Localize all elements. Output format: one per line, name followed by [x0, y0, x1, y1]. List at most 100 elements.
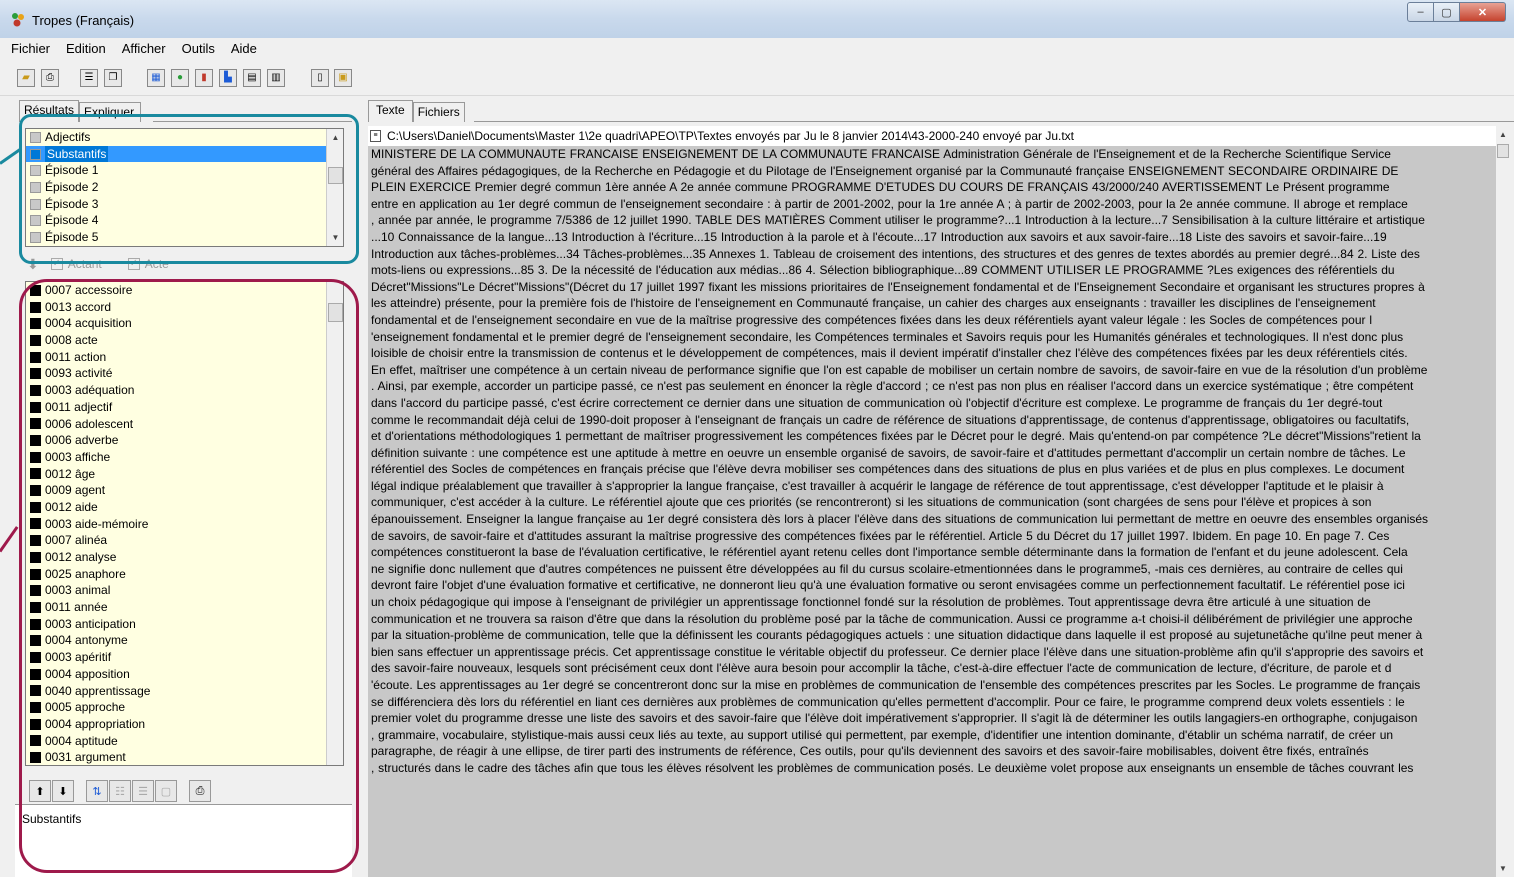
- scroll-down-icon[interactable]: ▼: [1496, 860, 1510, 877]
- word-list[interactable]: 0007 accessoire 0013 accord 0004 acquisiti…: [25, 281, 344, 766]
- scroll-up-icon[interactable]: ▲: [327, 129, 343, 146]
- checkbox-icon[interactable]: [30, 215, 41, 227]
- word-item[interactable]: 0007 alinéa: [26, 532, 343, 549]
- scroll-thumb[interactable]: [328, 303, 343, 322]
- checkbox-icon[interactable]: [30, 318, 41, 330]
- category-item[interactable]: Épisode 2: [26, 179, 343, 196]
- filter-acte[interactable]: ✓ Acte: [127, 257, 169, 271]
- checkbox-icon[interactable]: [30, 198, 41, 210]
- checkbox-icon[interactable]: [30, 535, 41, 547]
- checkbox-icon[interactable]: [30, 752, 41, 764]
- blank-view-icon[interactable]: ▢: [155, 780, 177, 802]
- word-item[interactable]: 0011 année: [26, 599, 343, 616]
- word-item[interactable]: 0003 affiche: [26, 449, 343, 466]
- checkbox-icon[interactable]: [30, 181, 41, 193]
- checkbox-icon[interactable]: [30, 651, 41, 663]
- list-view-icon[interactable]: ☷: [109, 780, 131, 802]
- checkbox-icon[interactable]: [30, 435, 41, 447]
- checkbox-icon[interactable]: [30, 718, 41, 730]
- scroll-down-icon[interactable]: ▼: [327, 229, 343, 246]
- checkbox-icon[interactable]: [30, 501, 41, 513]
- text-scrollbar[interactable]: ▲ ▼: [1496, 126, 1510, 877]
- word-item[interactable]: 0025 anaphore: [26, 566, 343, 583]
- checkbox-icon[interactable]: [30, 618, 41, 630]
- word-item[interactable]: 0012 analyse: [26, 549, 343, 566]
- maximize-button[interactable]: ▢: [1434, 2, 1460, 22]
- checkbox-icon[interactable]: [30, 685, 41, 697]
- word-item[interactable]: 0007 accessoire: [26, 282, 343, 299]
- word-item[interactable]: 0003 adéquation: [26, 382, 343, 399]
- scroll-thumb[interactable]: [328, 167, 343, 184]
- category-item[interactable]: Adjectifs: [26, 129, 343, 146]
- checkbox-icon[interactable]: [30, 131, 41, 143]
- close-button[interactable]: ✕: [1460, 2, 1506, 22]
- copy-icon[interactable]: ❐: [104, 69, 122, 87]
- word-item[interactable]: 0013 accord: [26, 299, 343, 316]
- tropes-logo-icon[interactable]: ●: [171, 69, 189, 87]
- word-item[interactable]: 0004 appropriation: [26, 716, 343, 733]
- category-item[interactable]: Substantifs: [26, 145, 343, 163]
- word-item[interactable]: 0003 aide-mémoire: [26, 516, 343, 533]
- checkbox-icon[interactable]: [30, 735, 41, 747]
- checkbox-icon[interactable]: [30, 165, 41, 177]
- checkbox-icon[interactable]: [30, 568, 41, 580]
- bar-chart-icon[interactable]: ▙: [219, 69, 237, 87]
- table-icon[interactable]: ▥: [267, 69, 285, 87]
- checkbox-icon[interactable]: [30, 585, 41, 597]
- tab-texte[interactable]: Texte: [368, 100, 413, 122]
- menu-aide[interactable]: Aide: [228, 41, 260, 56]
- checkbox-icon[interactable]: [30, 231, 41, 243]
- word-item[interactable]: 0004 aptitude: [26, 733, 343, 750]
- print-list-icon[interactable]: ⎙: [189, 780, 211, 802]
- word-item[interactable]: 0011 adjectif: [26, 399, 343, 416]
- tab-fichiers[interactable]: Fichiers: [412, 102, 465, 122]
- checkbox-icon[interactable]: [30, 702, 41, 714]
- checkbox-icon[interactable]: [30, 148, 41, 160]
- word-item[interactable]: 0031 argument: [26, 749, 343, 765]
- checkbox-icon[interactable]: [30, 518, 41, 530]
- category-item[interactable]: Épisode 1: [26, 162, 343, 179]
- word-list-scrollbar[interactable]: [326, 282, 343, 765]
- notes-icon[interactable]: ▯: [311, 69, 329, 87]
- tab-resultats[interactable]: Résultats: [19, 100, 80, 122]
- tab-expliquer[interactable]: Expliquer: [79, 102, 142, 122]
- minimize-button[interactable]: –: [1407, 2, 1434, 22]
- grid-view-icon[interactable]: ▦: [147, 69, 165, 87]
- sort-icon[interactable]: ⇅: [86, 780, 108, 802]
- word-item[interactable]: 0004 apposition: [26, 666, 343, 683]
- word-item[interactable]: 0004 antonyme: [26, 632, 343, 649]
- menu-outils[interactable]: Outils: [179, 41, 218, 56]
- menu-edition[interactable]: Edition: [63, 41, 109, 56]
- checkbox-icon[interactable]: [30, 284, 41, 296]
- menu-fichier[interactable]: Fichier: [8, 41, 53, 56]
- checkbox-icon[interactable]: [30, 601, 41, 613]
- checkbox-icon[interactable]: [30, 351, 41, 363]
- word-item[interactable]: 0011 action: [26, 349, 343, 366]
- checkbox-icon[interactable]: [30, 301, 41, 313]
- bar-chart-color-icon[interactable]: ▮: [195, 69, 213, 87]
- checkbox-icon[interactable]: [30, 418, 41, 430]
- text-view[interactable]: ≡ C:\Users\Daniel\Documents\Master 1\2e …: [368, 126, 1510, 877]
- checkbox-icon[interactable]: [30, 384, 41, 396]
- checkbox-icon[interactable]: [30, 401, 41, 413]
- properties-icon[interactable]: ☰: [80, 69, 98, 87]
- arrow-down-icon[interactable]: ⬇: [27, 256, 39, 273]
- export-icon[interactable]: ▣: [334, 69, 352, 87]
- word-item[interactable]: 0003 apéritif: [26, 649, 343, 666]
- word-item[interactable]: 0006 adverbe: [26, 432, 343, 449]
- word-item[interactable]: 0012 âge: [26, 466, 343, 483]
- detail-view-icon[interactable]: ☰: [132, 780, 154, 802]
- checkbox-icon[interactable]: [30, 368, 41, 380]
- word-item[interactable]: 0008 acte: [26, 332, 343, 349]
- category-list[interactable]: Adjectifs Substantifs Épisode 1 Épisode 2 Ép…: [25, 128, 344, 247]
- scroll-up-icon[interactable]: ▲: [1496, 126, 1510, 143]
- filter-actant[interactable]: ✓ Actant: [50, 257, 102, 271]
- checkbox-icon[interactable]: [30, 485, 41, 497]
- checkbox-icon[interactable]: [30, 668, 41, 680]
- word-item[interactable]: 0012 aide: [26, 499, 343, 516]
- category-item[interactable]: Épisode 3: [26, 196, 343, 213]
- category-item[interactable]: Épisode 5: [26, 229, 343, 246]
- checkbox-icon[interactable]: [30, 635, 41, 647]
- word-item[interactable]: 0003 animal: [26, 582, 343, 599]
- title-bar[interactable]: Tropes (Français) – ▢ ✕: [0, 0, 1514, 38]
